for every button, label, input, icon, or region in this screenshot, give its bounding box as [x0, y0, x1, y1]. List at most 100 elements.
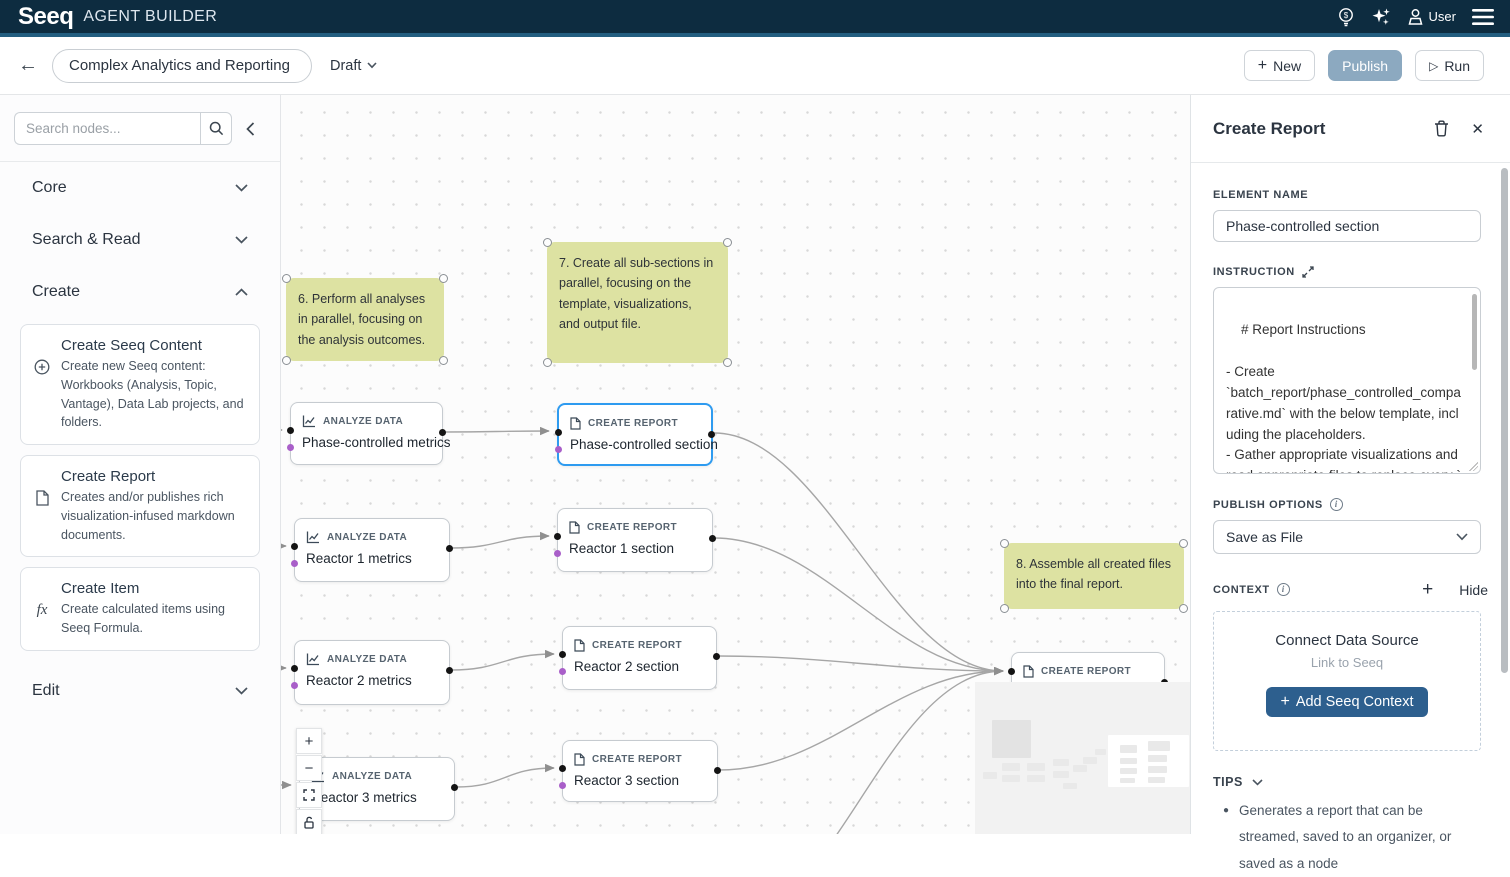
note-resize-handle[interactable] [1179, 604, 1188, 613]
node-type-label: ANALYZE DATA [327, 532, 407, 543]
canvas-node[interactable]: ANALYZE DATAReactor 2 metrics [294, 640, 450, 705]
chart-icon [302, 415, 316, 428]
new-button[interactable]: + New [1244, 50, 1315, 81]
chevron-down-icon [1252, 779, 1263, 786]
output-port[interactable] [446, 545, 453, 552]
canvas-node[interactable]: ANALYZE DATAReactor 3 metrics [299, 757, 455, 821]
sticky-note[interactable]: 6. Perform all analyses in parallel, foc… [286, 278, 444, 361]
note-resize-handle[interactable] [543, 238, 552, 247]
fx-icon: fx [31, 580, 53, 638]
tips-toggle[interactable]: TIPS [1213, 775, 1488, 789]
search-icon [209, 121, 224, 136]
expand-icon[interactable] [1302, 266, 1314, 278]
sidebar-section-edit[interactable]: Edit [32, 665, 248, 717]
sidebar-collapse-button[interactable] [246, 122, 255, 136]
hamburger-menu-button[interactable] [1472, 9, 1494, 25]
note-resize-handle[interactable] [282, 356, 291, 365]
chevron-down-icon [1456, 533, 1468, 541]
search-input[interactable] [14, 112, 200, 145]
output-port[interactable] [446, 667, 453, 674]
output-port[interactable] [708, 431, 715, 438]
panel-scrollbar[interactable] [1501, 168, 1508, 673]
hamburger-icon [1472, 9, 1494, 25]
instruction-textarea[interactable]: # Report Instructions - Create `batch_re… [1213, 287, 1481, 474]
canvas-node[interactable]: CREATE REPORTReactor 3 section [562, 740, 718, 802]
note-resize-handle[interactable] [282, 274, 291, 283]
output-port[interactable] [709, 535, 716, 542]
input-port[interactable] [291, 543, 298, 550]
fit-view-button[interactable] [296, 782, 322, 808]
palette-card-create-report[interactable]: Create Report Creates and/or publishes r… [20, 455, 260, 557]
input-port[interactable] [287, 427, 294, 434]
input-port[interactable] [559, 651, 566, 658]
canvas-node[interactable]: ANALYZE DATAPhase-controlled metrics [290, 402, 443, 465]
note-resize-handle[interactable] [723, 358, 732, 367]
input-port[interactable] [555, 429, 562, 436]
note-resize-handle[interactable] [1179, 539, 1188, 548]
agent-title-input[interactable] [52, 49, 312, 83]
context-port[interactable] [554, 550, 561, 557]
palette-card-description: Create new Seeq content: Workbooks (Anal… [61, 357, 247, 432]
sidebar-section-create[interactable]: Create [32, 266, 248, 318]
note-resize-handle[interactable] [543, 358, 552, 367]
sidebar-section-core[interactable]: Core [32, 162, 248, 214]
publish-button[interactable]: Publish [1328, 50, 1402, 81]
canvas-node[interactable]: CREATE REPORTReactor 2 section [562, 626, 717, 690]
add-seeq-context-button[interactable]: + Add Seeq Context [1266, 687, 1427, 717]
input-port[interactable] [554, 533, 561, 540]
info-icon[interactable]: i [1277, 583, 1290, 596]
flow-canvas[interactable]: + − 6. Perform all analyses in parallel,… [281, 95, 1190, 834]
status-dropdown[interactable]: Draft [330, 58, 377, 74]
node-type-label: ANALYZE DATA [327, 654, 407, 665]
element-name-input[interactable] [1213, 210, 1481, 242]
palette-card-create-item[interactable]: fx Create Item Create calculated items u… [20, 567, 260, 651]
delete-element-button[interactable] [1430, 116, 1453, 141]
textarea-scrollbar-thumb[interactable] [1472, 294, 1477, 370]
note-resize-handle[interactable] [1000, 604, 1009, 613]
output-port[interactable] [713, 653, 720, 660]
context-port[interactable] [555, 446, 562, 453]
note-resize-handle[interactable] [439, 356, 448, 365]
hide-context-link[interactable]: Hide [1459, 582, 1488, 598]
node-type-label: CREATE REPORT [587, 522, 677, 533]
chevron-down-icon [367, 62, 377, 69]
sidebar-section-search-read[interactable]: Search & Read [32, 214, 248, 266]
note-resize-handle[interactable] [439, 274, 448, 283]
note-resize-handle[interactable] [723, 238, 732, 247]
ai-assistant-button[interactable] [1371, 7, 1391, 27]
lock-button[interactable] [296, 809, 322, 834]
value-bulb-button[interactable]: $ [1337, 7, 1355, 27]
zoom-in-button[interactable]: + [296, 728, 322, 754]
sticky-note[interactable]: 7. Create all sub-sections in parallel, … [547, 242, 728, 363]
publish-options-select[interactable]: Save as File [1213, 520, 1481, 554]
context-port[interactable] [287, 444, 294, 451]
connect-data-source-subtitle: Link to Seeq [1311, 655, 1383, 670]
output-port[interactable] [439, 429, 446, 436]
input-port[interactable] [1008, 668, 1015, 675]
run-button[interactable]: ▷ Run [1415, 50, 1484, 81]
plus-icon: + [1258, 57, 1267, 75]
note-resize-handle[interactable] [1000, 539, 1009, 548]
back-button[interactable]: ← [18, 54, 38, 77]
input-port[interactable] [559, 765, 566, 772]
canvas-node[interactable]: ANALYZE DATAReactor 1 metrics [294, 518, 450, 582]
search-button[interactable] [200, 112, 232, 145]
close-panel-button[interactable]: ✕ [1467, 116, 1488, 142]
palette-card-create-seeq-content[interactable]: Create Seeq Content Create new Seeq cont… [20, 324, 260, 445]
input-port[interactable] [291, 665, 298, 672]
canvas-node[interactable]: CREATE REPORTReactor 1 section [557, 508, 713, 572]
user-menu-button[interactable]: User [1407, 8, 1456, 26]
add-context-plus-button[interactable]: + [1422, 580, 1433, 599]
connect-data-source-dropzone: Connect Data Source Link to Seeq + Add S… [1213, 611, 1481, 751]
output-port[interactable] [451, 784, 458, 791]
context-port[interactable] [291, 560, 298, 567]
canvas-node[interactable]: CREATE REPORTPhase-controlled section [557, 403, 713, 466]
sticky-note[interactable]: 8. Assemble all created files into the f… [1004, 543, 1184, 609]
info-icon[interactable]: i [1330, 498, 1343, 511]
context-port[interactable] [559, 782, 566, 789]
output-port[interactable] [714, 767, 721, 774]
textarea-resize-grip[interactable] [1469, 462, 1478, 471]
context-port[interactable] [559, 668, 566, 675]
context-port[interactable] [291, 682, 298, 689]
zoom-out-button[interactable]: − [296, 755, 322, 781]
